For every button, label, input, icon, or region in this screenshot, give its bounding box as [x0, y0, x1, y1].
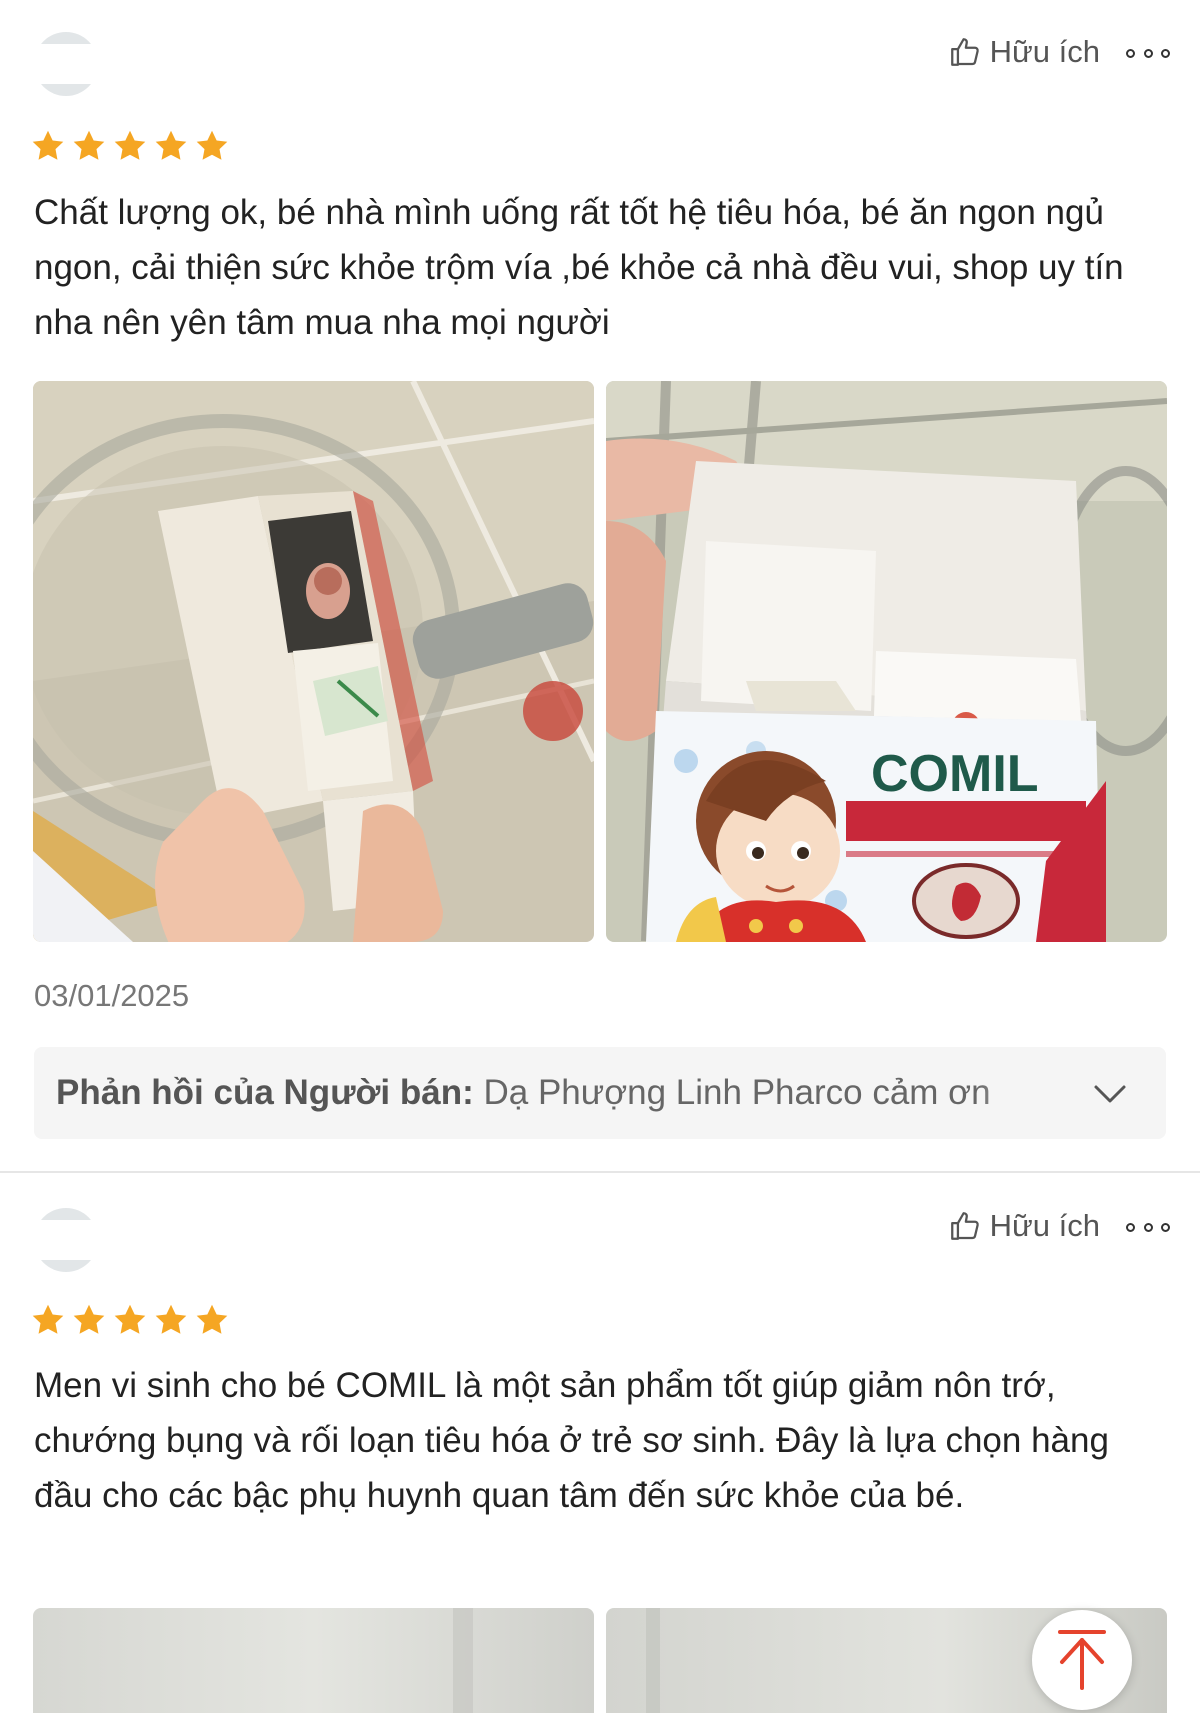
more-icon[interactable]: [1126, 41, 1170, 65]
star-icon: [196, 1304, 228, 1334]
star-rating: [30, 1302, 230, 1338]
review-photo[interactable]: [33, 381, 594, 942]
star-icon: [155, 1304, 187, 1334]
thumbs-up-icon: [950, 1212, 979, 1240]
seller-reply-label: Phản hồi của Người bán:: [56, 1073, 474, 1112]
star-icon: [114, 1304, 146, 1334]
arrow-up-icon: [1058, 1630, 1106, 1690]
star-icon: [32, 1304, 64, 1334]
avatar[interactable]: [34, 32, 98, 96]
review-card: Hữu ích Chất lượng ok, bé nhà mình uống …: [0, 0, 1200, 1172]
star-icon: [73, 130, 105, 160]
star-icon: [196, 130, 228, 160]
photo-comil-box: COMIL: [606, 381, 1167, 942]
more-dot: [1143, 48, 1153, 58]
more-dot: [1126, 48, 1135, 58]
thumbs-up-icon: [950, 38, 979, 66]
photo-box-open: [33, 381, 594, 942]
more-dot: [1161, 1222, 1170, 1232]
seller-reply[interactable]: Phản hồi của Người bán: Dạ Phượng Linh P…: [34, 1047, 1166, 1139]
review-divider: [0, 1171, 1200, 1173]
review-date: 03/01/2025: [34, 978, 190, 1013]
star-icon: [114, 130, 146, 160]
review-card: Hữu ích Men vi sinh cho bé COMIL là một …: [0, 1174, 1200, 1713]
helpful-label: Hữu ích: [989, 1208, 1100, 1243]
star-icon: [73, 1304, 105, 1334]
seller-reply-content: Phản hồi của Người bán: Dạ Phượng Linh P…: [56, 1069, 1046, 1117]
more-dot: [1126, 1222, 1135, 1232]
review-text: Men vi sinh cho bé COMIL là một sản phẩm…: [34, 1366, 1109, 1515]
review-photo[interactable]: COMIL: [606, 381, 1167, 942]
more-dot: [1161, 48, 1170, 58]
back-to-top-button[interactable]: [1032, 1610, 1132, 1710]
review-text: Chất lượng ok, bé nhà mình uống rất tốt …: [34, 193, 1124, 342]
photo-wall: [33, 1608, 594, 1713]
helpful-label: Hữu ích: [989, 34, 1100, 69]
star-rating: [30, 128, 230, 164]
avatar[interactable]: [34, 1208, 98, 1272]
seller-reply-text: Dạ Phượng Linh Pharco cảm ơn: [483, 1073, 991, 1112]
comil-brand-text: COMIL: [871, 745, 1039, 803]
more-dot: [1143, 1222, 1153, 1232]
star-icon: [155, 130, 187, 160]
more-icon[interactable]: [1126, 1215, 1170, 1239]
star-icon: [32, 130, 64, 160]
review-photo[interactable]: [33, 1608, 594, 1713]
chevron-down-icon[interactable]: [1092, 1077, 1128, 1109]
helpful-button[interactable]: Hữu ích: [948, 1208, 1100, 1244]
helpful-button[interactable]: Hữu ích: [948, 34, 1100, 70]
